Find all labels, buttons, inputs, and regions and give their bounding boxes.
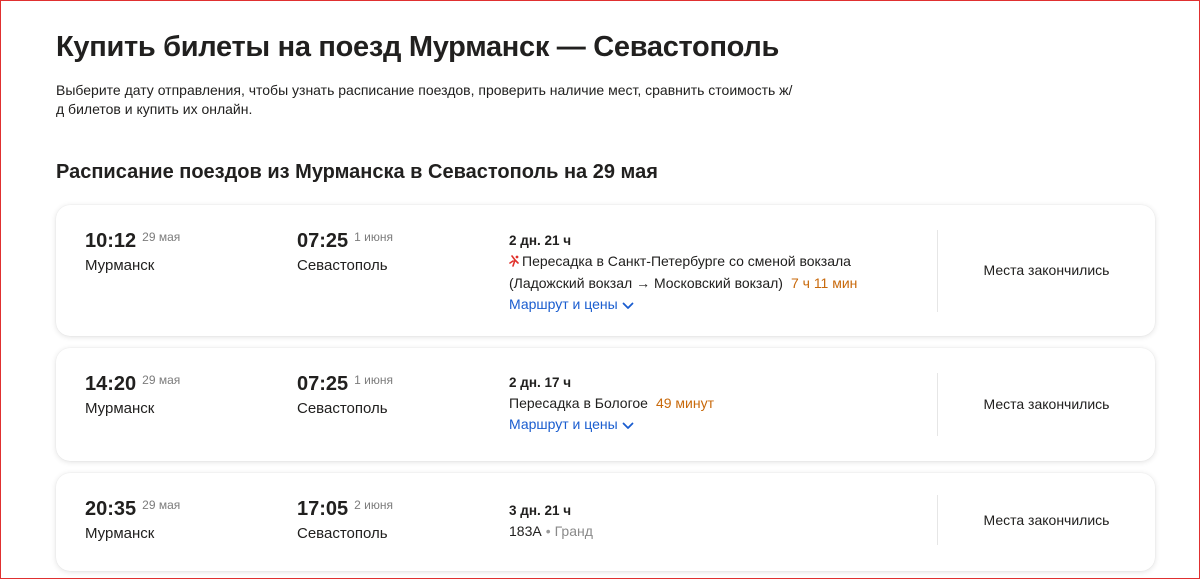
arrival-date: 2 июня	[354, 498, 393, 512]
arrival-block: 07:25 1 июня Севастополь	[297, 373, 393, 417]
availability-status: Места закончились	[983, 396, 1110, 412]
transfer-text: Пересадка в Санкт-Петербурге со сменой в…	[522, 253, 851, 269]
arrival-date: 1 июня	[354, 373, 393, 387]
train-number: 183А	[509, 523, 542, 539]
arrival-block: 17:05 2 июня Севастополь	[297, 498, 393, 542]
trip-info: 2 дн. 17 ч Пересадка в Бологое 49 минут М…	[509, 372, 714, 436]
trip-duration: 2 дн. 17 ч	[509, 375, 572, 390]
departure-block: 14:20 29 мая Мурманск	[85, 373, 180, 417]
transfer-info-line2: (Ладожский вокзал → Московский вокзал) 7 …	[509, 273, 857, 294]
train-info: 183А • Гранд	[509, 521, 593, 542]
page-title: Купить билеты на поезд Мурманск — Севаст…	[56, 31, 780, 63]
departure-block: 20:35 29 мая Мурманск	[85, 498, 180, 542]
transfer-time: 49 минут	[655, 395, 715, 411]
arrival-date: 1 июня	[354, 230, 393, 244]
trip-info: 2 дн. 21 ч Пересадка в Санкт-Петербурге …	[509, 230, 857, 316]
station-change-icon	[509, 252, 520, 273]
route-prices-link[interactable]: Маршрут и цены	[509, 414, 634, 436]
page-description: Выберите дату отправления, чтобы узнать …	[56, 82, 793, 117]
section-title: Расписание поездов из Мурманска в Севаст…	[56, 161, 658, 183]
departure-block: 10:12 29 мая Мурманск	[85, 230, 180, 274]
trip-info: 3 дн. 21 ч 183А • Гранд	[509, 500, 593, 542]
departure-time: 10:12	[85, 230, 137, 252]
route-prices-label: Маршрут и цены	[509, 416, 618, 432]
arrival-time: 07:25	[297, 373, 349, 395]
departure-date: 29 мая	[142, 230, 181, 244]
transfer-stations: (Ладожский вокзал → Московский вокзал)	[509, 275, 783, 291]
departure-date: 29 мая	[142, 373, 181, 387]
arrival-city: Севастополь	[297, 400, 388, 417]
route-prices-label: Маршрут и цены	[509, 296, 618, 312]
departure-city: Мурманск	[85, 400, 155, 417]
arrival-city: Севастополь	[297, 257, 388, 274]
transfer-time: 7 ч 11 мин	[790, 275, 858, 291]
trip-card[interactable]: 14:20 29 мая Мурманск 07:25 1 июня Севасто…	[56, 348, 1155, 461]
trip-card[interactable]: 10:12 29 мая Мурманск 07:25 1 июня Севасто…	[56, 205, 1155, 336]
departure-city: Мурманск	[85, 257, 155, 274]
separator-dot: •	[545, 523, 551, 539]
train-name: Гранд	[554, 523, 593, 539]
departure-time: 20:35	[85, 498, 137, 520]
departure-date: 29 мая	[142, 498, 181, 512]
chevron-down-icon	[622, 295, 634, 316]
chevron-down-icon	[622, 415, 634, 436]
route-prices-link[interactable]: Маршрут и цены	[509, 294, 634, 316]
trip-duration: 2 дн. 21 ч	[509, 233, 572, 248]
arrival-time: 17:05	[297, 498, 349, 520]
trip-card[interactable]: 20:35 29 мая Мурманск 17:05 2 июня Севасто…	[56, 473, 1155, 571]
availability-status: Места закончились	[983, 512, 1110, 528]
departure-city: Мурманск	[85, 525, 155, 542]
arrival-block: 07:25 1 июня Севастополь	[297, 230, 393, 274]
availability-status: Места закончились	[983, 262, 1110, 278]
page-frame: Купить билеты на поезд Мурманск — Севаст…	[0, 0, 1200, 579]
departure-time: 14:20	[85, 373, 137, 395]
trip-duration: 3 дн. 21 ч	[509, 503, 572, 518]
arrival-city: Севастополь	[297, 525, 388, 542]
transfer-info: Пересадка в Санкт-Петербурге со сменой в…	[509, 251, 857, 273]
transfer-info: Пересадка в Бологое 49 минут	[509, 393, 714, 414]
transfer-text: Пересадка в Бологое	[509, 395, 648, 411]
arrival-time: 07:25	[297, 230, 349, 252]
